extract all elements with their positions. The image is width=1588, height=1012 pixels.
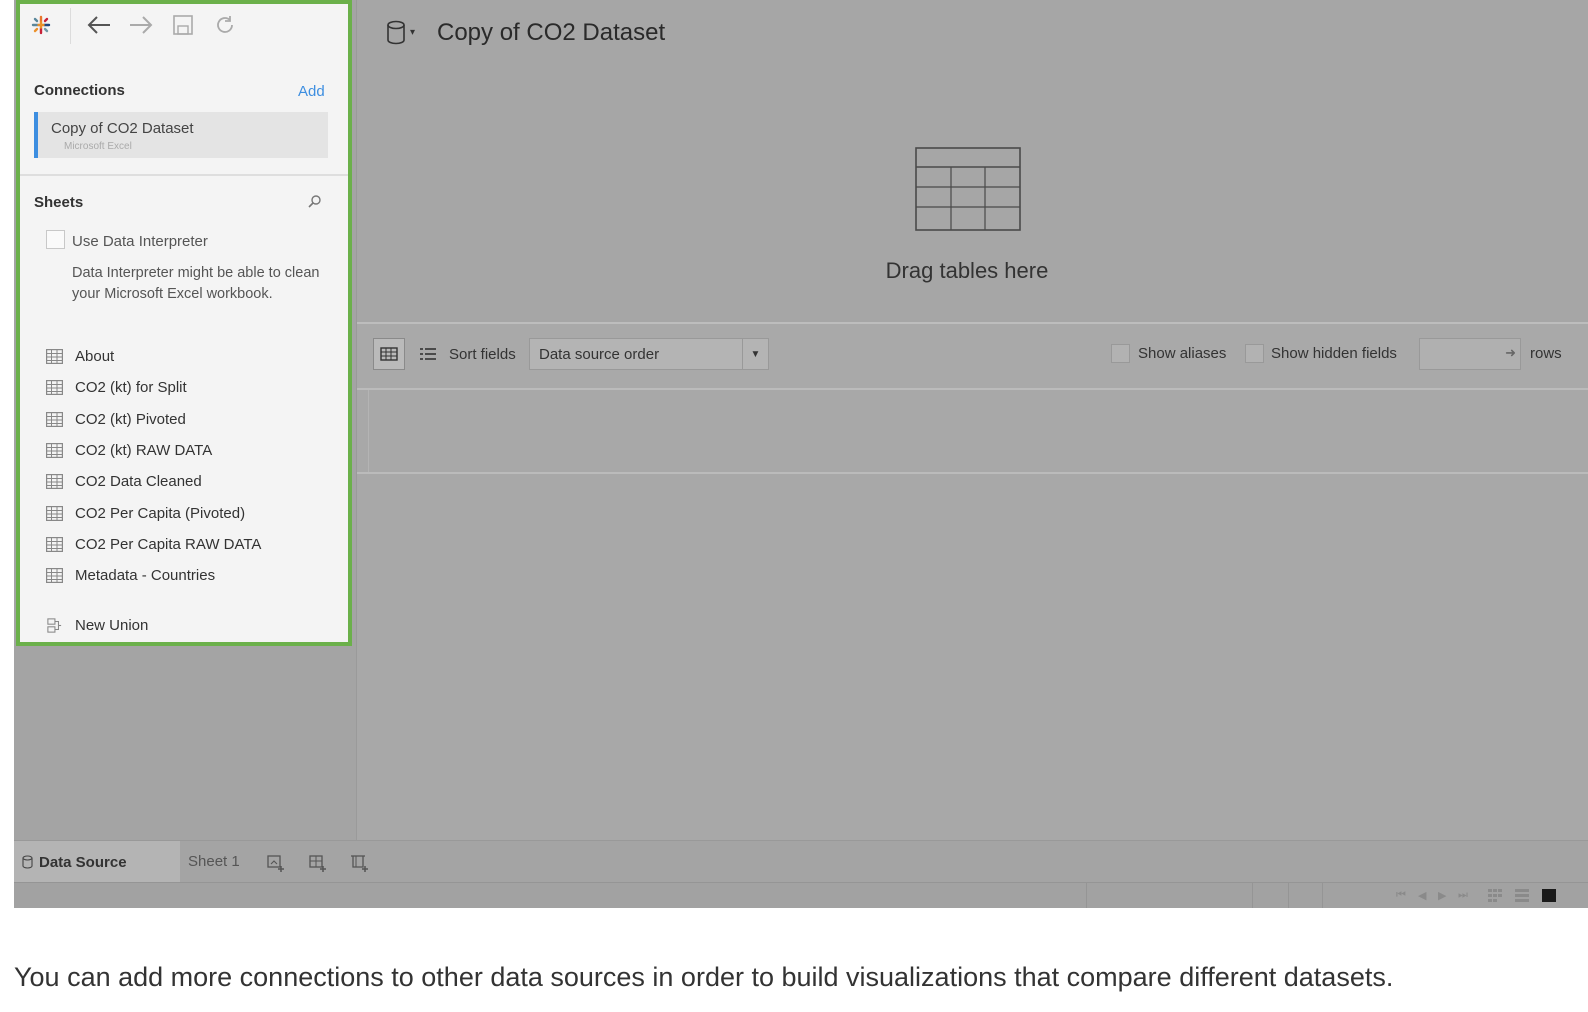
chevron-down-icon[interactable]: ▾ <box>410 27 415 38</box>
data-interpreter-checkbox[interactable] <box>46 230 65 249</box>
sheet-label: CO2 Per Capita RAW DATA <box>75 535 262 553</box>
grid-view-button[interactable] <box>373 338 405 370</box>
add-connection-link[interactable]: Add <box>298 83 325 100</box>
table-icon <box>46 536 63 552</box>
prev-page-icon[interactable]: ◀ <box>1418 889 1426 902</box>
new-union-label: New Union <box>75 616 149 634</box>
data-interpreter-description: Data Interpreter might be able to clean … <box>72 265 320 302</box>
save-icon[interactable] <box>168 10 198 40</box>
new-union-item[interactable]: New Union <box>46 613 148 637</box>
rows-label: rows <box>1530 345 1562 362</box>
connections-title: Connections <box>34 82 125 99</box>
drop-hint: Drag tables here <box>885 258 1049 283</box>
status-bar: ⏮ ◀ ▶ ⏭ <box>14 882 1588 908</box>
back-arrow-icon[interactable] <box>84 10 114 40</box>
show-hidden-fields-checkbox[interactable] <box>1245 344 1264 363</box>
data-grid[interactable] <box>357 390 1588 474</box>
rows-input[interactable]: ➜ <box>1419 338 1521 370</box>
tabs-view-icon[interactable] <box>1542 889 1557 902</box>
connection-type: Microsoft Excel <box>64 141 132 152</box>
pane-divider <box>20 174 348 176</box>
data-interpreter-label: Use Data Interpreter <box>72 233 208 250</box>
new-worksheet-icon[interactable] <box>264 851 288 875</box>
first-page-icon[interactable]: ⏮ <box>1396 889 1406 902</box>
database-icon <box>22 855 33 869</box>
table-icon <box>46 473 63 489</box>
sheet-item[interactable]: CO2 Per Capita (Pivoted) <box>46 501 245 525</box>
sheet-label: CO2 (kt) for Split <box>75 378 187 396</box>
arrow-right-icon[interactable]: ➜ <box>1505 345 1516 361</box>
union-icon <box>47 617 62 633</box>
tab-data-source[interactable]: Data Source <box>14 841 180 883</box>
metadata-area <box>357 474 1588 840</box>
chevron-down-icon: ▼ <box>742 339 768 369</box>
sheet-tab-bar: Data Source Sheet 1 <box>14 840 1588 883</box>
caption-text: You can add more connections to other da… <box>14 962 1394 992</box>
sheet-item[interactable]: CO2 (kt) Pivoted <box>46 407 186 431</box>
status-separator <box>1252 883 1253 908</box>
status-separator <box>1288 883 1289 908</box>
new-story-icon[interactable] <box>348 851 372 875</box>
show-hidden-fields-label: Show hidden fields <box>1271 345 1397 362</box>
status-separator <box>1086 883 1087 908</box>
sheet-label: CO2 (kt) Pivoted <box>75 410 186 428</box>
list-icon <box>420 348 436 360</box>
table-icon <box>46 348 63 364</box>
connection-name: Copy of CO2 Dataset <box>51 120 194 137</box>
database-icon[interactable] <box>385 20 407 51</box>
table-drop-icon <box>915 147 1021 236</box>
toolbar-separator <box>70 8 71 44</box>
sheet-label: CO2 (kt) RAW DATA <box>75 441 213 459</box>
tableau-window: Connections Add Copy of CO2 Dataset Micr… <box>14 0 1588 908</box>
sheet-label: Metadata - Countries <box>75 566 216 584</box>
datasource-title[interactable]: Copy of CO2 Dataset <box>437 19 665 47</box>
sheet-item[interactable]: Metadata - Countries <box>46 563 215 587</box>
new-dashboard-icon[interactable] <box>306 851 330 875</box>
sheet-item[interactable]: CO2 Data Cleaned <box>46 469 202 493</box>
sheet-item[interactable]: CO2 (kt) RAW DATA <box>46 438 212 462</box>
forward-arrow-icon[interactable] <box>126 10 156 40</box>
left-column: Connections Add Copy of CO2 Dataset Micr… <box>14 0 357 840</box>
search-icon[interactable] <box>308 194 322 211</box>
tab-data-source-label: Data Source <box>39 853 127 871</box>
list-view-button[interactable] <box>413 338 443 370</box>
sheet-item[interactable]: CO2 (kt) for Split <box>46 375 187 399</box>
next-page-icon[interactable]: ▶ <box>1438 889 1446 902</box>
sheet-label: About <box>75 347 115 365</box>
last-page-icon[interactable]: ⏭ <box>1458 889 1468 902</box>
grid-icon <box>380 347 398 361</box>
table-icon <box>46 505 63 521</box>
filmstrip-view-icon[interactable] <box>1515 889 1530 902</box>
tableau-logo-icon[interactable] <box>26 10 56 40</box>
grid-toolbar: Sort fields Data source order ▼ Show ali… <box>357 324 1588 388</box>
status-separator <box>1322 883 1323 908</box>
sheets-title: Sheets <box>34 194 84 211</box>
toolbar <box>20 4 348 46</box>
table-icon <box>46 379 63 395</box>
table-icon <box>46 442 63 458</box>
sort-fields-label: Sort fields <box>449 346 516 363</box>
table-icon <box>46 567 63 583</box>
sheet-item[interactable]: CO2 Per Capita RAW DATA <box>46 532 261 556</box>
data-pane: Connections Add Copy of CO2 Dataset Micr… <box>16 0 352 646</box>
show-aliases-checkbox[interactable] <box>1111 344 1130 363</box>
join-canvas[interactable]: ▾ Copy of CO2 Dataset Drag tables here <box>357 0 1588 322</box>
sort-fields-select[interactable]: Data source order ▼ <box>529 338 769 370</box>
sheet-sorter-view-icon[interactable] <box>1488 889 1503 902</box>
connection-item[interactable]: Copy of CO2 Dataset Microsoft Excel <box>34 112 328 158</box>
table-icon <box>46 411 63 427</box>
sort-fields-value: Data source order <box>539 346 660 363</box>
show-aliases-label: Show aliases <box>1138 345 1227 362</box>
sheet-label: CO2 Per Capita (Pivoted) <box>75 504 246 522</box>
tab-sheet-1[interactable]: Sheet 1 <box>188 853 240 870</box>
sheet-item[interactable]: About <box>46 344 114 368</box>
grid-row-header <box>357 390 369 474</box>
refresh-icon[interactable] <box>210 10 240 40</box>
sheet-label: CO2 Data Cleaned <box>75 472 202 490</box>
